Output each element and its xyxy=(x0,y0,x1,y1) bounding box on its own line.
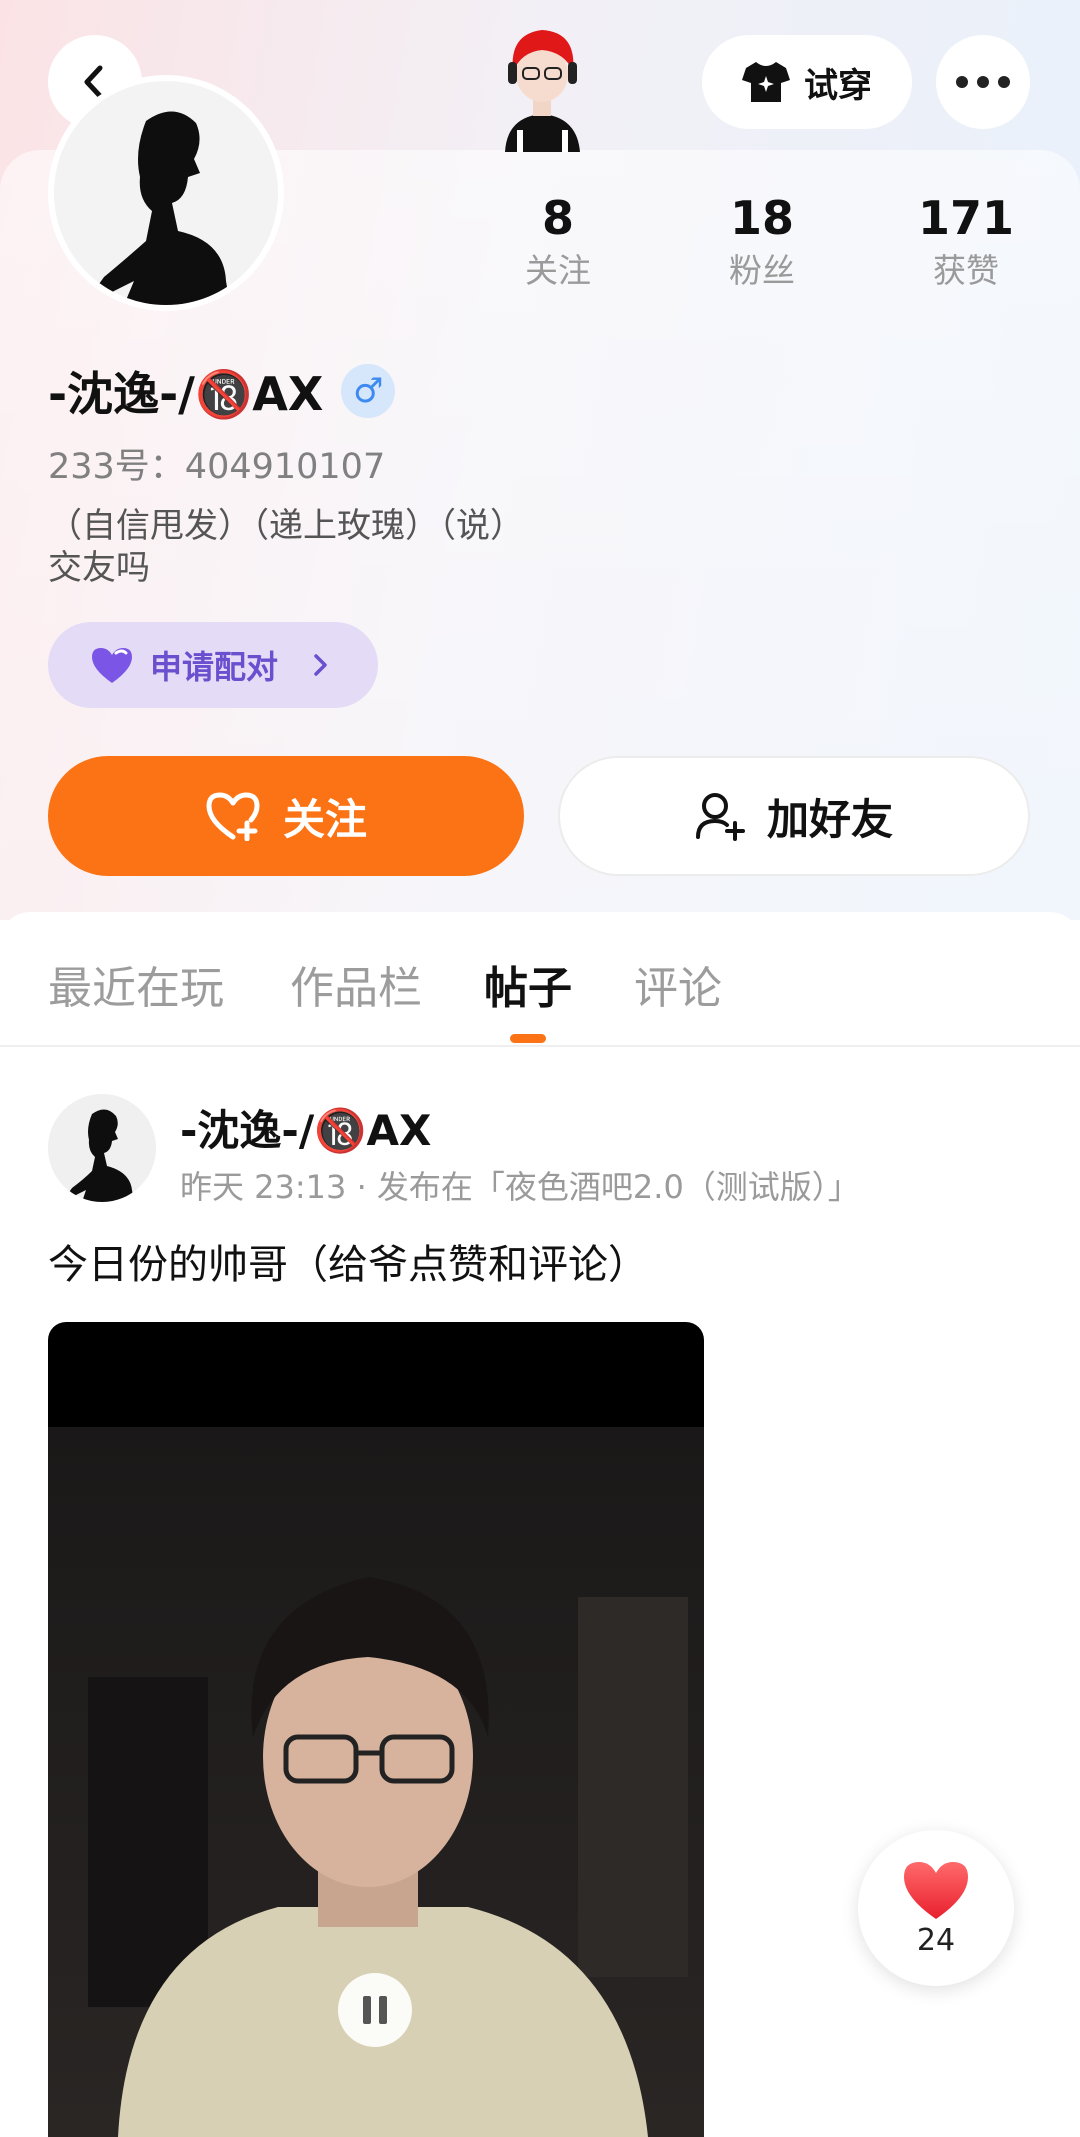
username-row: -沈逸-/🔞AX ♂ xyxy=(48,358,396,424)
username: -沈逸-/🔞AX xyxy=(48,367,324,421)
male-gender-icon: ♂ xyxy=(341,364,396,418)
more-icon xyxy=(956,76,1010,88)
follow-heart-icon xyxy=(206,792,260,841)
stat-following-value: 8 xyxy=(541,191,574,245)
stat-likes[interactable]: 171 获赞 xyxy=(886,190,1046,296)
tab-recently-played[interactable]: 最近在玩 xyxy=(48,952,224,1016)
try-on-label: 试穿 xyxy=(804,65,872,106)
tab-works[interactable]: 作品栏 xyxy=(290,952,422,1016)
like-heart-icon xyxy=(904,1861,968,1919)
stat-following[interactable]: 8 关注 xyxy=(478,190,638,296)
post-avatar-silhouette xyxy=(62,1109,134,1202)
user-id[interactable]: 233号：404910107 xyxy=(48,438,385,489)
pause-icon-bar xyxy=(379,1996,387,2024)
video-frame xyxy=(48,1427,704,2137)
post-author-name[interactable]: -沈逸-/🔞AX xyxy=(180,1097,431,1158)
tab-comments[interactable]: 评论 xyxy=(634,952,722,1016)
avatar-3d-image[interactable] xyxy=(495,22,590,152)
more-button[interactable] xyxy=(936,35,1030,129)
stat-fans-value: 18 xyxy=(729,191,794,245)
stat-fans[interactable]: 18 粉丝 xyxy=(682,190,842,296)
heart-icon xyxy=(92,648,132,683)
bio: （自信甩发）（递上玫瑰）（说） 交友吗 xyxy=(48,506,524,588)
avatar-silhouette xyxy=(84,111,230,305)
add-friend-label: 加好友 xyxy=(766,794,893,844)
post-author-avatar[interactable] xyxy=(48,1094,156,1202)
pause-button[interactable] xyxy=(338,1973,412,2047)
apply-pair-label: 申请配对 xyxy=(150,648,279,686)
try-on-button[interactable]: 试穿 xyxy=(702,35,912,129)
stat-following-label: 关注 xyxy=(525,251,591,290)
chevron-right-icon xyxy=(314,654,327,676)
add-user-icon xyxy=(695,793,745,841)
like-count: 24 xyxy=(916,1922,956,1958)
pause-icon-bar xyxy=(363,1996,371,2024)
post-video[interactable] xyxy=(48,1322,704,2137)
stat-likes-value: 171 xyxy=(917,191,1015,245)
post-text: 今日份的帅哥（给爷点赞和评论） xyxy=(48,1242,648,1288)
apply-pair-button[interactable]: 申请配对 xyxy=(48,622,378,708)
like-button[interactable]: 24 xyxy=(858,1830,1014,1986)
shirt-icon xyxy=(742,62,790,102)
follow-label: 关注 xyxy=(282,794,367,844)
profile-avatar[interactable] xyxy=(48,75,284,311)
tab-bar: 最近在玩 作品栏 帖子 评论 xyxy=(0,912,1080,1047)
add-friend-button[interactable]: 加好友 xyxy=(558,756,1030,876)
tab-active-indicator xyxy=(510,1034,546,1043)
follow-button[interactable]: 关注 xyxy=(48,756,524,876)
tab-posts[interactable]: 帖子 xyxy=(484,952,572,1016)
stat-fans-label: 粉丝 xyxy=(729,251,795,290)
post-meta[interactable]: 昨天 23:13 · 发布在「夜色酒吧2.0（测试版）」 xyxy=(180,1162,860,1208)
stat-likes-label: 获赞 xyxy=(933,251,999,290)
